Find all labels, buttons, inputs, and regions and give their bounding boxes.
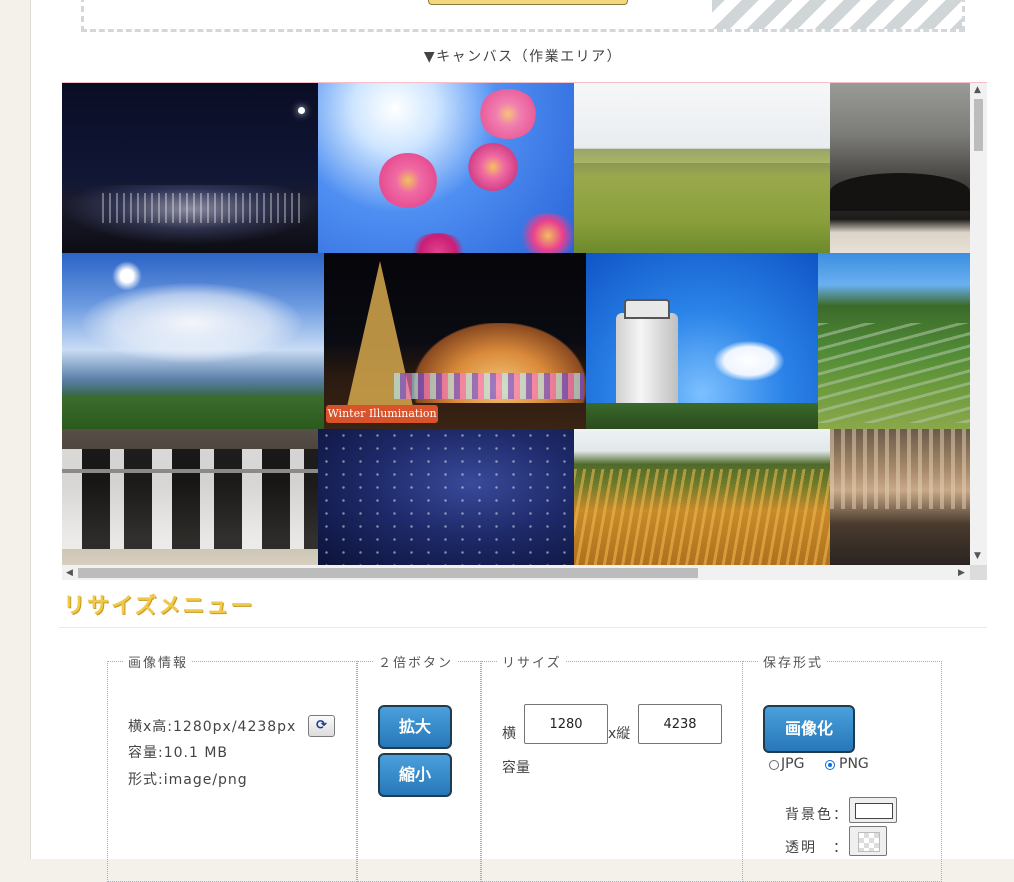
image-format-line: 形式:image/png bbox=[128, 769, 248, 789]
shrink-button[interactable]: 縮小 bbox=[378, 753, 452, 797]
refresh-icon[interactable]: ⟳ bbox=[308, 715, 335, 737]
menu-divider bbox=[59, 627, 987, 628]
night-city-view-photo bbox=[62, 83, 318, 253]
image-info-legend: 画像情報 bbox=[128, 656, 189, 671]
resize-capacity-label: 容量 bbox=[502, 760, 530, 776]
height-separator-label: x縦 bbox=[608, 726, 631, 742]
transparency-checker-icon bbox=[858, 832, 880, 852]
double-buttons-group: ２倍ボタン 拡大 縮小 bbox=[357, 652, 481, 882]
png-radio[interactable] bbox=[825, 760, 835, 770]
bg-color-label: 背景色： bbox=[785, 807, 849, 823]
width-label: 横 bbox=[502, 726, 516, 742]
cave-entrance-photo bbox=[830, 83, 970, 253]
image-info-group: 画像情報 横x高:1280px/4238px ⟳ 容量:10.1 MB 形式:i… bbox=[107, 652, 357, 882]
image-capacity-line: 容量:10.1 MB bbox=[128, 742, 228, 762]
horizontal-scroll-thumb[interactable] bbox=[78, 568, 698, 578]
pink-cosmos-flowers-photo bbox=[318, 83, 574, 253]
capacity-value: 10.1 MB bbox=[163, 745, 229, 761]
convert-to-image-button[interactable]: 画像化 bbox=[763, 705, 855, 753]
format-value: image/png bbox=[163, 772, 248, 788]
main-page: ▼キャンバス（作業エリア） Winter Illumination ▲ ▼ ◀ … bbox=[30, 0, 1014, 882]
jpg-radio[interactable] bbox=[769, 760, 779, 770]
save-format-group: 保存形式 画像化 JPG PNG 背景色： 透明 ： bbox=[742, 652, 942, 882]
winter-illumination-photo: Winter Illumination bbox=[324, 253, 586, 429]
scroll-up-arrow-icon[interactable]: ▲ bbox=[974, 85, 981, 95]
canvas-image[interactable]: Winter Illumination bbox=[62, 83, 970, 565]
image-size-line: 横x高:1280px/4238px bbox=[128, 716, 296, 736]
height-input[interactable] bbox=[638, 704, 722, 744]
starry-night-sky-photo bbox=[318, 429, 574, 565]
scrollbar-corner bbox=[970, 565, 987, 580]
image-size-label: 横x高: bbox=[128, 719, 174, 735]
png-label[interactable]: PNG bbox=[839, 756, 869, 772]
sunny-sky-coast-photo bbox=[62, 253, 324, 429]
resize-group: リサイズ 横 x縦 容量 bbox=[481, 652, 743, 882]
dairy-cows-photo bbox=[62, 429, 318, 565]
bg-color-swatch bbox=[855, 803, 893, 819]
capacity-label: 容量: bbox=[128, 745, 164, 761]
illumination-caption: Winter Illumination bbox=[326, 405, 438, 423]
rice-terraces-photo bbox=[818, 253, 970, 429]
image-size-value: 1280px/4238px bbox=[173, 719, 297, 735]
canvas-label: ▼キャンバス（作業エリア） bbox=[423, 49, 623, 65]
enlarge-button[interactable]: 拡大 bbox=[378, 705, 452, 749]
white-lighthouse-photo bbox=[586, 253, 818, 429]
width-input[interactable] bbox=[524, 704, 608, 744]
green-grassland-hills-photo bbox=[574, 83, 830, 253]
bg-color-picker[interactable] bbox=[849, 797, 897, 823]
golden-rice-field-photo bbox=[574, 429, 830, 565]
vertical-scroll-thumb[interactable] bbox=[974, 99, 983, 151]
file-select-button[interactable] bbox=[428, 0, 628, 5]
upload-drop-area[interactable] bbox=[81, 0, 965, 32]
format-label: 形式: bbox=[128, 772, 164, 788]
double-buttons-legend: ２倍ボタン bbox=[378, 656, 454, 671]
resize-legend: リサイズ bbox=[502, 656, 562, 671]
scroll-right-arrow-icon[interactable]: ▶ bbox=[958, 568, 965, 578]
horizontal-scrollbar[interactable]: ◀ ▶ bbox=[62, 565, 970, 580]
limestone-cave-photo bbox=[830, 429, 970, 565]
scroll-left-arrow-icon[interactable]: ◀ bbox=[66, 568, 73, 578]
scroll-down-arrow-icon[interactable]: ▼ bbox=[974, 551, 981, 561]
transparent-label: 透明 ： bbox=[785, 840, 849, 856]
transparency-picker[interactable] bbox=[849, 826, 887, 856]
resize-menu-title: リサイズメニュー bbox=[63, 594, 255, 619]
vertical-scrollbar[interactable]: ▲ ▼ bbox=[970, 83, 987, 565]
save-format-legend: 保存形式 bbox=[763, 656, 824, 671]
canvas-area[interactable]: Winter Illumination ▲ ▼ ◀ ▶ bbox=[62, 82, 987, 580]
jpg-label[interactable]: JPG bbox=[781, 756, 804, 772]
drop-zone-stripes bbox=[712, 0, 962, 29]
